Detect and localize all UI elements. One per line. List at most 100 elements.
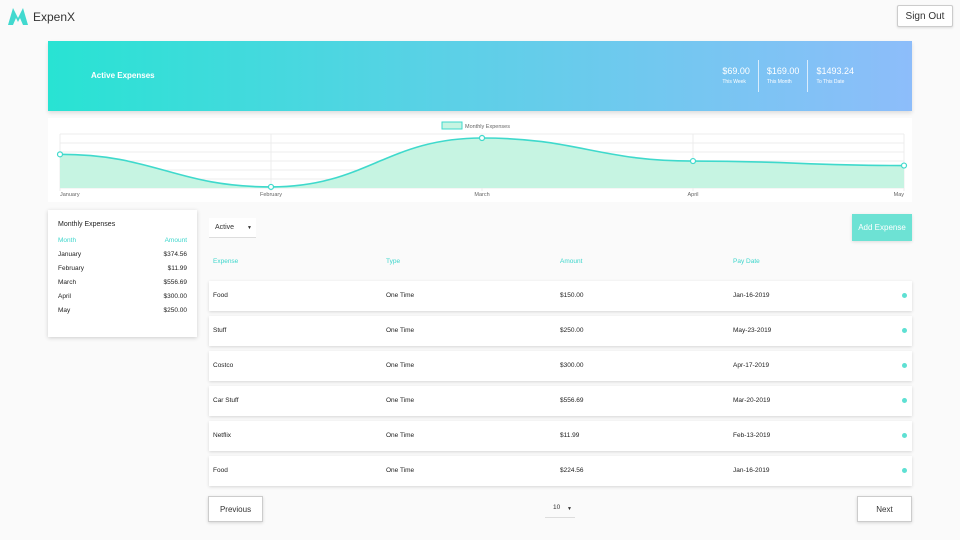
logo-icon: [8, 8, 28, 25]
pay-date-cell: Jan-16-2019: [733, 292, 770, 299]
previous-page-button[interactable]: Previous: [208, 496, 263, 522]
chart-svg: January February March April May Monthly Expe…: [56, 121, 908, 198]
monthly-expenses-card: Monthly Expenses Month Amount January $37…: [48, 210, 197, 337]
month-name: May: [58, 307, 71, 314]
month-name: February: [58, 265, 85, 272]
status-dot-icon[interactable]: [902, 363, 907, 368]
x-tick-label: March: [474, 192, 489, 198]
x-tick-label: February: [260, 192, 282, 198]
pay-date-cell: May-23-2019: [733, 327, 772, 334]
month-name: January: [58, 251, 82, 258]
expense-cell: Food: [213, 467, 228, 474]
month-amount: $11.99: [167, 265, 187, 272]
type-cell: One Time: [386, 397, 415, 404]
legend-label: Monthly Expenses: [465, 124, 510, 130]
amount-column-header[interactable]: Amount: [560, 258, 582, 265]
amount-column-header: Amount: [164, 237, 187, 244]
table-row[interactable]: Car Stuff One Time $556.69 Mar-20-2019: [209, 386, 912, 416]
pay-date-cell: Jan-16-2019: [733, 467, 770, 474]
status-filter-select[interactable]: Active ▼: [209, 218, 256, 238]
banner-stats: $69.00 This Week $169.00 This Month $149…: [714, 60, 862, 92]
status-dot-icon[interactable]: [902, 328, 907, 333]
legend-swatch: [441, 121, 463, 130]
chart-point: [56, 151, 64, 158]
status-dot-icon[interactable]: [902, 433, 907, 438]
month-amount: $300.00: [163, 293, 188, 300]
amount-cell: $150.00: [560, 292, 584, 299]
table-row[interactable]: Costco One Time $300.00 Apr-17-2019: [209, 351, 912, 381]
expense-column-header[interactable]: Expense: [213, 258, 238, 265]
stat-label: This Month: [766, 79, 792, 85]
status-filter-value: Active: [215, 224, 235, 231]
month-name: April: [58, 293, 72, 300]
stat-label: To This Date: [816, 79, 845, 85]
monthly-header: Month Amount: [58, 237, 187, 244]
table-row[interactable]: Stuff One Time $250.00 May-23-2019: [209, 316, 912, 346]
amount-cell: $300.00: [560, 362, 584, 369]
monthly-title: Monthly Expenses: [58, 221, 116, 228]
pay-date-cell: Apr-17-2019: [733, 362, 770, 369]
expense-cell: Netflix: [213, 432, 232, 439]
month-name: March: [58, 279, 77, 286]
pay-date-column-header[interactable]: Pay Date: [733, 258, 760, 265]
expense-cell: Car Stuff: [213, 397, 239, 404]
expense-cell: Stuff: [213, 327, 227, 334]
chart-point: [478, 134, 486, 142]
stat-label: This Week: [722, 79, 746, 85]
caret-down-icon: ▼: [567, 506, 572, 512]
chart-point: [267, 183, 275, 191]
month-amount: $556.69: [163, 279, 188, 286]
chart-point: [689, 157, 697, 165]
app-name: ExpenX: [33, 9, 76, 24]
amount-cell: $11.99: [560, 432, 580, 439]
chart-point: [900, 162, 908, 169]
pay-date-cell: Mar-20-2019: [733, 397, 771, 404]
type-cell: One Time: [386, 432, 415, 439]
stat-to-date: $1493.24 To This Date: [807, 60, 862, 92]
add-expense-button[interactable]: Add Expense: [852, 214, 912, 241]
monthly-row: April $300.00: [58, 293, 187, 300]
stat-value: $169.00: [766, 66, 800, 76]
status-dot-icon[interactable]: [902, 293, 907, 298]
monthly-row: May $250.00: [58, 307, 187, 314]
table-row[interactable]: Netflix One Time $11.99 Feb-13-2019: [209, 421, 912, 451]
pay-date-cell: Feb-13-2019: [733, 432, 771, 439]
table-row[interactable]: Food One Time $224.56 Jan-16-2019: [209, 456, 912, 486]
expense-cell: Food: [213, 292, 228, 299]
x-tick-label: April: [687, 192, 698, 198]
monthly-expenses-chart: January February March April May Monthly Expe…: [48, 118, 912, 202]
type-cell: One Time: [386, 467, 415, 474]
stat-this-week: $69.00 This Week: [714, 60, 758, 92]
type-cell: One Time: [386, 292, 415, 299]
status-dot-icon[interactable]: [902, 468, 907, 473]
expenses-banner: Active Expenses $69.00 This Week $169.00…: [48, 41, 912, 111]
month-amount: $250.00: [163, 307, 188, 314]
expense-cell: Costco: [213, 362, 234, 369]
stat-this-month: $169.00 This Month: [757, 60, 808, 92]
monthly-row: February $11.99: [58, 265, 187, 272]
page-size-select[interactable]: 10 ▼: [545, 500, 575, 518]
x-tick-label: January: [60, 192, 80, 198]
amount-cell: $250.00: [560, 327, 584, 334]
app-logo[interactable]: ExpenX: [8, 8, 75, 25]
monthly-row: March $556.69: [58, 279, 187, 286]
stat-value: $69.00: [722, 66, 750, 76]
x-tick-label: May: [894, 192, 905, 198]
type-column-header[interactable]: Type: [386, 258, 400, 265]
sign-out-button[interactable]: Sign Out: [897, 5, 953, 27]
next-page-button[interactable]: Next: [857, 496, 912, 522]
amount-cell: $224.56: [560, 467, 584, 474]
monthly-row: January $374.56: [58, 251, 187, 258]
expenses-table-header: Expense Type Amount Pay Date: [209, 258, 912, 270]
month-column-header: Month: [58, 237, 77, 244]
page-size-value: 10: [553, 504, 561, 511]
stat-value: $1493.24: [816, 66, 854, 76]
amount-cell: $556.69: [560, 397, 584, 404]
month-amount: $374.56: [163, 251, 188, 258]
type-cell: One Time: [386, 362, 415, 369]
status-dot-icon[interactable]: [902, 398, 907, 403]
banner-title: Active Expenses: [91, 71, 155, 80]
table-row[interactable]: Food One Time $150.00 Jan-16-2019: [209, 281, 912, 311]
type-cell: One Time: [386, 327, 415, 334]
caret-down-icon: ▼: [247, 225, 252, 231]
